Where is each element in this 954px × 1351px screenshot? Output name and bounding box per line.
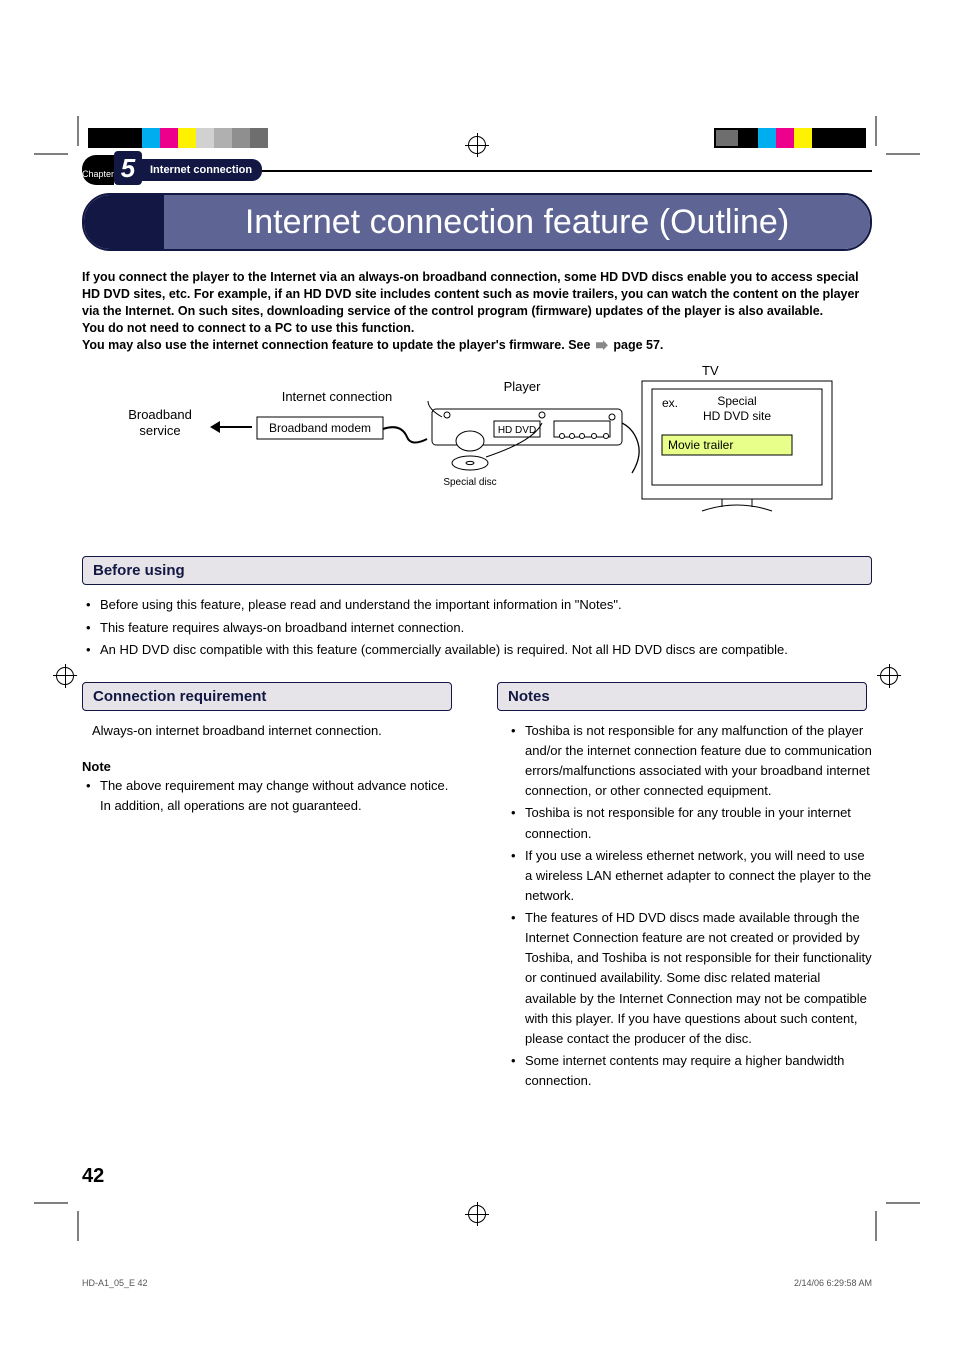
intro-p2: You do not need to connect to a PC to us…	[82, 320, 872, 337]
chapter-section: Internet connection	[150, 164, 252, 176]
diagram-ex: ex.	[662, 396, 678, 410]
notes-item: Toshiba is not responsible for any troub…	[511, 803, 872, 843]
conn-req-note-label: Note	[82, 759, 457, 774]
notes-item: Some internet contents may require a hig…	[511, 1051, 872, 1091]
diagram-hddvd: HD DVD	[498, 425, 536, 436]
intro-block: If you connect the player to the Interne…	[82, 269, 872, 353]
diagram-player: Player	[504, 379, 542, 394]
conn-req-body: Always-on internet broadband internet co…	[82, 721, 457, 741]
page-title: Internet connection feature (Outline)	[164, 195, 870, 249]
before-using-item: Before using this feature, please read a…	[86, 595, 872, 615]
page-title-bar: Internet connection feature (Outline)	[82, 193, 872, 251]
before-using-body: Before using this feature, please read a…	[82, 595, 872, 659]
notes-item: If you use a wireless ethernet network, …	[511, 846, 872, 906]
intro-p3: You may also use the internet connection…	[82, 337, 872, 354]
before-using-item: An HD DVD disc compatible with this feat…	[86, 640, 872, 660]
diagram-modem: Broadband modem	[269, 421, 371, 435]
colorbar-left	[88, 128, 268, 148]
notes-item: The features of HD DVD discs made availa…	[511, 908, 872, 1049]
notes-heading: Notes	[497, 682, 867, 711]
chapter-header: Chapter 5 Internet connection	[82, 155, 872, 185]
diagram-tv-label: TV	[702, 363, 719, 378]
intro-p1: If you connect the player to the Interne…	[82, 269, 872, 320]
diagram-site-l1: Special	[717, 394, 756, 408]
diagram-site-l2: HD DVD site	[703, 409, 771, 423]
chapter-prefix: Chapter	[82, 169, 114, 179]
diagram-bs-l2: service	[139, 423, 180, 438]
chapter-number: 5	[121, 153, 135, 184]
before-using-heading: Before using	[82, 556, 872, 585]
registration-mark-left	[56, 667, 74, 685]
notes-body: Toshiba is not responsible for any malfu…	[497, 721, 872, 1092]
colorbar-right	[714, 128, 866, 148]
conn-req-heading: Connection requirement	[82, 682, 452, 711]
page-number: 42	[82, 1165, 104, 1188]
connection-diagram: TV ex. Special HD DVD site Movie trailer…	[82, 363, 872, 528]
conn-req-note: The above requirement may change without…	[82, 776, 457, 816]
before-using-item: This feature requires always-on broadban…	[86, 618, 872, 638]
notes-item: Toshiba is not responsible for any malfu…	[511, 721, 872, 802]
footer-file: HD-A1_05_E 42	[82, 1278, 148, 1288]
page-ref-arrow-icon	[596, 340, 608, 350]
registration-mark-right	[880, 667, 898, 685]
footer-timestamp: 2/14/06 6:29:58 AM	[794, 1278, 872, 1288]
diagram-specialdisc: Special disc	[443, 477, 496, 488]
registration-mark-top	[468, 136, 486, 154]
diagram-internet: Internet connection	[282, 389, 393, 404]
diagram-trailer: Movie trailer	[668, 438, 733, 452]
diagram-bs-l1: Broadband	[128, 407, 192, 422]
